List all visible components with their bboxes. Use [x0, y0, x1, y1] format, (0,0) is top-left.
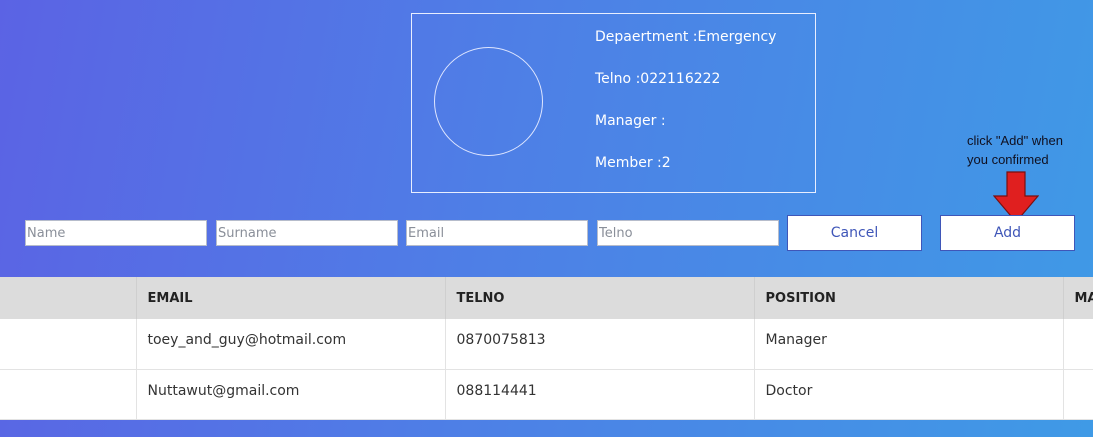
column-header-truncated: MA — [1063, 277, 1093, 319]
surname-input[interactable] — [216, 220, 398, 246]
name-input[interactable] — [25, 220, 207, 246]
table-cell-telno: 0870075813 — [445, 319, 755, 370]
column-header — [0, 277, 137, 319]
table-row: Nuttawut@gmail.com 088114441 Doctor — [0, 369, 1093, 420]
table-cell — [1063, 319, 1093, 370]
instruction-note: click "Add" when you confirmed — [967, 133, 1063, 167]
table-cell-position: Manager — [754, 319, 1064, 370]
department-member-count: Member :2 — [595, 155, 671, 171]
department-card: Depaertment :Emergency Telno :022116222 … — [411, 13, 816, 193]
table-cell — [0, 369, 137, 420]
table-cell-email: toey_and_guy@hotmail.com — [136, 319, 446, 370]
column-header-email: EMAIL — [136, 277, 446, 319]
members-table: EMAIL TELNO POSITION MA toey_and_guy@hot… — [0, 277, 1093, 420]
table-cell — [1063, 369, 1093, 420]
table-cell-telno: 088114441 — [445, 369, 755, 420]
department-telno: Telno :022116222 — [595, 71, 721, 87]
department-name: Depaertment :Emergency — [595, 29, 777, 45]
cancel-button[interactable]: Cancel — [787, 215, 922, 251]
table-row: toey_and_guy@hotmail.com 0870075813 Mana… — [0, 319, 1093, 370]
column-header-position: POSITION — [754, 277, 1064, 319]
table-cell-position: Doctor — [754, 369, 1064, 420]
add-button[interactable]: Add — [940, 215, 1075, 251]
table-cell-email: Nuttawut@gmail.com — [136, 369, 446, 420]
column-header-telno: TELNO — [445, 277, 755, 319]
department-manager: Manager : — [595, 113, 666, 129]
telno-input[interactable] — [597, 220, 779, 246]
table-cell — [0, 319, 137, 370]
table-header-row: EMAIL TELNO POSITION MA — [0, 277, 1093, 319]
department-avatar — [434, 47, 543, 156]
email-input[interactable] — [406, 220, 588, 246]
